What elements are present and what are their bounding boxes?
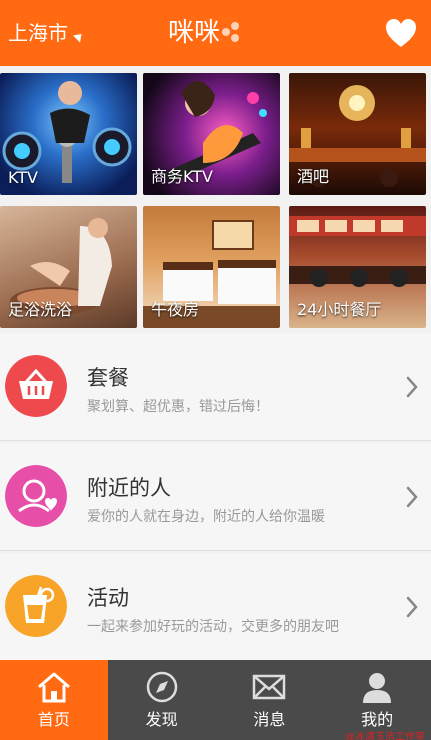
home-icon xyxy=(37,672,70,703)
tab-messages[interactable]: 消息 xyxy=(216,660,324,740)
tab-label: 发现 xyxy=(145,710,178,729)
user-icon xyxy=(363,673,392,703)
category-business-ktv[interactable]: 商务KTV xyxy=(143,73,280,195)
list-item-desc: 一起来参加好玩的活动，交更多的朋友吧 xyxy=(87,619,339,635)
tab-label: 消息 xyxy=(253,710,286,729)
category-label: 午夜房 xyxy=(151,300,200,319)
city-label: 上海市 xyxy=(8,21,68,45)
category-label: 酒吧 xyxy=(297,167,330,186)
list-item-activities[interactable]: 活动 一起来参加好玩的活动，交更多的朋友吧 xyxy=(0,553,431,661)
tab-home[interactable]: 首页 xyxy=(0,660,108,740)
heart-icon[interactable] xyxy=(385,18,417,48)
tab-discover[interactable]: 发现 xyxy=(108,660,216,740)
category-label: 商务KTV xyxy=(151,167,213,186)
category-label: 24小时餐厅 xyxy=(297,300,382,319)
compass-icon xyxy=(146,671,177,703)
top-bar: 上海市 咪咪 xyxy=(0,0,431,66)
tab-label: 我的 xyxy=(361,710,394,729)
logo-text: 咪咪 xyxy=(168,18,221,48)
chevron-right-icon xyxy=(406,596,418,618)
category-midnight-room[interactable]: 午夜房 xyxy=(143,206,280,328)
category-24h-restaurant[interactable]: 24小时餐厅 xyxy=(289,206,426,328)
category-bar[interactable]: 酒吧 xyxy=(289,73,426,195)
category-label: 足浴洗浴 xyxy=(8,300,73,319)
chevron-right-icon xyxy=(406,486,418,508)
list-item-desc: 爱你的人就在身边，附近的人给你温暖 xyxy=(87,509,325,525)
list-item-title: 附近的人 xyxy=(87,476,171,500)
category-grid: KTV 商务KTV 酒吧 足浴洗浴 午夜房 24小时餐厅 xyxy=(0,73,431,328)
basket-icon xyxy=(5,355,67,417)
tab-label: 首页 xyxy=(37,710,70,729)
list-item-desc: 聚划算、超优惠，错过后悔！ xyxy=(87,399,269,415)
list-item-title: 活动 xyxy=(87,586,129,610)
chevron-right-icon xyxy=(406,376,418,398)
app-logo: 咪咪 xyxy=(168,16,244,50)
logo-dots-icon xyxy=(222,22,244,44)
category-label: KTV xyxy=(8,168,38,187)
list-item-nearby-people[interactable]: 附近的人 爱你的人就在身边，附近的人给你温暖 xyxy=(0,443,431,551)
envelope-icon xyxy=(253,674,286,700)
drink-icon xyxy=(5,575,67,637)
category-ktv[interactable]: KTV xyxy=(0,73,137,195)
city-selector[interactable]: 上海市 xyxy=(8,20,86,46)
watermark-credit: @冰清玉洁工作室 xyxy=(345,732,425,740)
list-item-title: 套餐 xyxy=(87,366,129,390)
category-foot-bath[interactable]: 足浴洗浴 xyxy=(0,206,137,328)
caret-icon xyxy=(72,29,86,43)
list-item-package[interactable]: 套餐 聚划算、超优惠，错过后悔！ xyxy=(0,333,431,441)
person-heart-icon xyxy=(5,465,67,527)
